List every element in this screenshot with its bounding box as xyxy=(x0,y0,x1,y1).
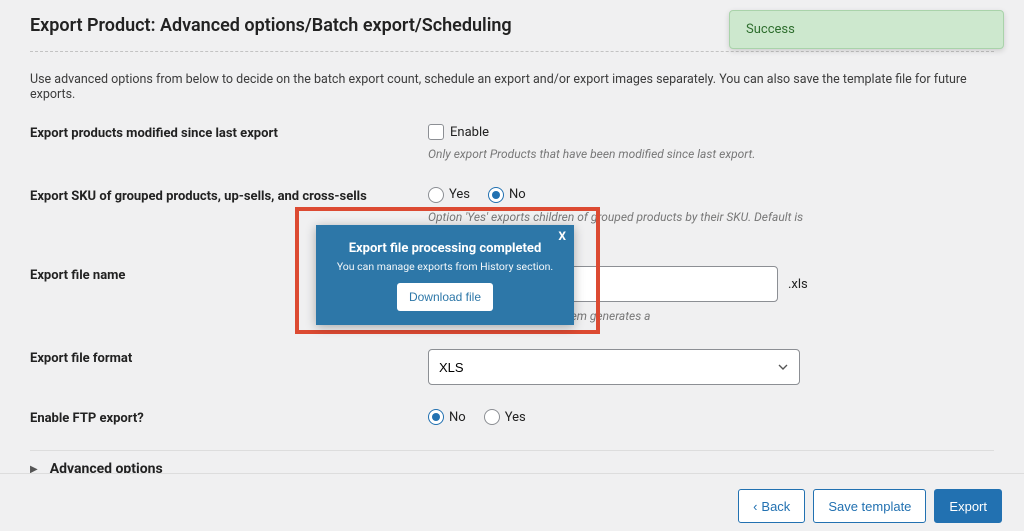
export-complete-modal: X Export file processing completed You c… xyxy=(316,225,574,325)
sku-radio-no-label: No xyxy=(509,187,526,202)
modal-close-button[interactable]: X xyxy=(558,229,566,243)
success-toast: Success xyxy=(729,10,1004,49)
modal-title: Export file processing completed xyxy=(330,241,560,256)
export-button[interactable]: Export xyxy=(934,489,1002,523)
sku-radio-yes[interactable]: Yes xyxy=(428,187,470,203)
label-modified-since: Export products modified since last expo… xyxy=(30,124,428,141)
ftp-radio-yes[interactable]: Yes xyxy=(484,409,526,425)
download-file-button[interactable]: Download file xyxy=(397,283,493,311)
enable-modified-label: Enable xyxy=(450,125,489,140)
modal-subtitle: You can manage exports from History sect… xyxy=(330,260,560,273)
intro-text: Use advanced options from below to decid… xyxy=(30,72,994,102)
save-template-button[interactable]: Save template xyxy=(813,489,926,523)
label-sku-related: Export SKU of grouped products, up-sells… xyxy=(30,187,428,204)
ftp-radio-no-label: No xyxy=(449,410,466,425)
sku-radio-yes-label: Yes xyxy=(449,187,470,202)
ftp-radio-yes-label: Yes xyxy=(505,410,526,425)
sku-radio-no[interactable]: No xyxy=(488,187,526,203)
format-select[interactable]: XLS xyxy=(428,349,800,385)
divider xyxy=(30,51,994,52)
enable-modified-checkbox[interactable] xyxy=(428,124,444,140)
chevron-left-icon: ‹ xyxy=(753,499,757,514)
label-format: Export file format xyxy=(30,349,428,366)
filename-ext: .xls xyxy=(788,277,808,292)
back-button-label: Back xyxy=(761,499,790,514)
footer-bar: ‹ Back Save template Export xyxy=(0,473,1024,531)
help-modified-since: Only export Products that have been modi… xyxy=(428,146,828,163)
label-ftp: Enable FTP export? xyxy=(30,409,428,426)
back-button[interactable]: ‹ Back xyxy=(738,489,805,523)
ftp-radio-no[interactable]: No xyxy=(428,409,466,425)
